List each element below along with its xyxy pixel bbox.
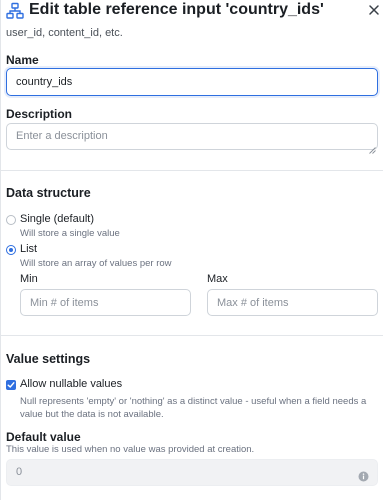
section-divider: [1, 335, 383, 336]
edit-input-panel: Edit table reference input 'country_ids'…: [0, 0, 383, 500]
table-hierarchy-icon: [6, 2, 24, 20]
list-radio[interactable]: [6, 245, 16, 255]
default-value-input[interactable]: 0: [6, 459, 378, 486]
max-input[interactable]: [207, 289, 378, 316]
list-option-help: Will store an array of values per row: [20, 258, 172, 269]
nullable-help: Null represents 'empty' or 'nothing' as …: [20, 396, 367, 420]
max-label: Max: [207, 273, 228, 285]
min-input[interactable]: [20, 289, 191, 316]
section-divider: [1, 170, 383, 171]
info-icon[interactable]: [358, 467, 369, 482]
min-label: Min: [20, 273, 38, 285]
description-label: Description: [6, 107, 73, 121]
single-option-label[interactable]: Single (default): [20, 213, 94, 225]
input-subtitle: user_id, content_id, etc.: [6, 27, 123, 39]
single-option-help: Will store a single value: [20, 228, 120, 239]
name-label: Name: [6, 53, 39, 67]
page-title: Edit table reference input 'country_ids': [29, 1, 324, 18]
close-icon[interactable]: [367, 3, 381, 17]
default-value-text: 0: [16, 466, 23, 478]
list-option-label[interactable]: List: [20, 243, 37, 255]
data-structure-title: Data structure: [6, 186, 91, 200]
default-value-help: This value is used when no value was pro…: [6, 444, 255, 455]
nullable-label[interactable]: Allow nullable values: [20, 378, 122, 390]
default-value-label: Default value: [6, 430, 81, 444]
nullable-checkbox[interactable]: [6, 380, 16, 390]
value-settings-title: Value settings: [6, 352, 91, 366]
resize-grip-icon[interactable]: [369, 141, 376, 154]
single-radio[interactable]: [6, 215, 16, 225]
description-input[interactable]: [6, 123, 378, 150]
panel-header: Edit table reference input 'country_ids': [1, 0, 383, 22]
name-input[interactable]: [6, 68, 378, 96]
